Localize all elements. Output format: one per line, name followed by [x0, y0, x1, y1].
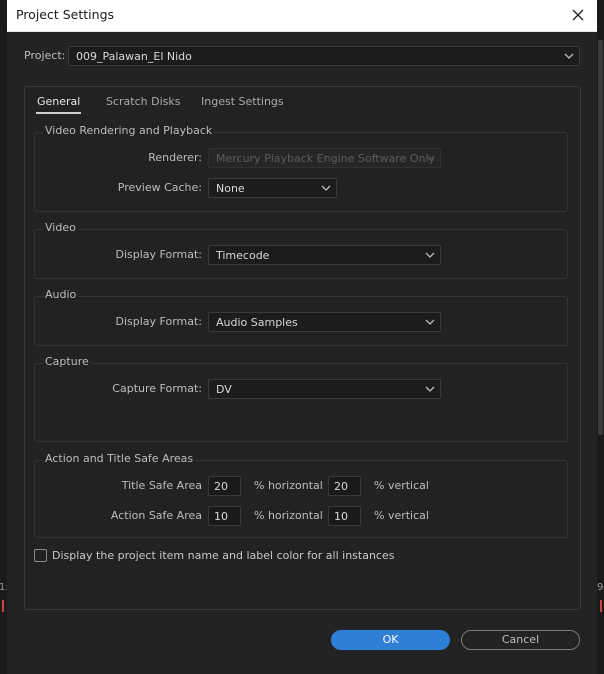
audio-display-format-select[interactable]: Audio Samples: [208, 312, 441, 332]
title-safe-horizontal-input[interactable]: 20: [208, 476, 241, 496]
chevron-down-icon: [425, 155, 435, 161]
label-color-checkbox[interactable]: [34, 549, 47, 562]
audio-display-format-value: Audio Samples: [216, 316, 298, 329]
video-group: Video Display Format: Timecode: [34, 221, 568, 279]
tab-ingest-settings[interactable]: Ingest Settings: [201, 95, 284, 108]
preview-cache-select[interactable]: None: [208, 178, 337, 198]
capture-group: Capture Capture Format: DV: [34, 355, 568, 442]
project-label: Project:: [24, 49, 66, 62]
chevron-down-icon: [425, 319, 435, 325]
video-rendering-title: Video Rendering and Playback: [43, 124, 215, 137]
tab-ingest-settings-label: Ingest Settings: [201, 95, 284, 108]
video-display-format-label: Display Format:: [115, 248, 202, 261]
project-select[interactable]: 009_Palawan_El Nido: [68, 46, 580, 66]
action-safe-horizontal-input[interactable]: 10: [208, 506, 241, 526]
cancel-button[interactable]: Cancel: [461, 630, 580, 650]
title-bar: Project Settings: [7, 0, 597, 32]
close-button[interactable]: [565, 3, 591, 27]
audio-group: Audio Display Format: Audio Samples: [34, 288, 568, 346]
close-icon: [572, 9, 584, 21]
title-safe-vertical-unit: % vertical: [374, 479, 429, 492]
capture-format-value: DV: [216, 383, 232, 396]
settings-panel: General Scratch Disks Ingest Settings Vi…: [24, 86, 581, 610]
ok-button[interactable]: OK: [331, 630, 450, 650]
chevron-down-icon: [564, 53, 574, 59]
audio-title: Audio: [43, 288, 79, 301]
active-tab-indicator: [36, 112, 82, 114]
video-display-format-value: Timecode: [216, 249, 270, 262]
tab-scratch-disks-label: Scratch Disks: [106, 95, 181, 108]
chevron-down-icon: [425, 252, 435, 258]
background-left-edge: 1:: [0, 0, 9, 674]
chevron-down-icon: [321, 185, 331, 191]
safe-areas-group: Action and Title Safe Areas Title Safe A…: [34, 452, 568, 538]
project-settings-dialog: Project Settings Project: 009_Palawan_El…: [7, 0, 597, 674]
action-safe-horizontal-unit: % horizontal: [254, 509, 323, 522]
background-right-edge: 9: [597, 0, 604, 674]
project-select-value: 009_Palawan_El Nido: [76, 50, 192, 63]
renderer-label: Renderer:: [148, 151, 202, 164]
video-title: Video: [43, 221, 78, 234]
action-safe-vertical-unit: % vertical: [374, 509, 429, 522]
safe-areas-title: Action and Title Safe Areas: [43, 452, 196, 465]
dialog-title: Project Settings: [16, 7, 115, 22]
capture-format-select[interactable]: DV: [208, 379, 441, 399]
video-rendering-group: Video Rendering and Playback Renderer: M…: [34, 124, 568, 212]
tab-general-label: General: [37, 95, 81, 108]
background-right-timecode: 9: [597, 582, 604, 593]
renderer-select: Mercury Playback Engine Software Only: [208, 148, 441, 168]
capture-title: Capture: [43, 355, 91, 368]
title-safe-vertical-input[interactable]: 20: [328, 476, 361, 496]
preview-cache-label: Preview Cache:: [117, 181, 202, 194]
tab-scratch-disks[interactable]: Scratch Disks: [106, 95, 180, 108]
action-safe-label: Action Safe Area: [110, 509, 202, 522]
background-playhead-marker-right: [600, 600, 602, 612]
action-safe-vertical-input[interactable]: 10: [328, 506, 361, 526]
background-playhead-marker-left: [2, 600, 4, 612]
audio-display-format-label: Display Format:: [115, 315, 202, 328]
chevron-down-icon: [425, 386, 435, 392]
renderer-select-value: Mercury Playback Engine Software Only: [216, 152, 436, 165]
tab-general[interactable]: General: [36, 95, 82, 114]
video-display-format-select[interactable]: Timecode: [208, 245, 441, 265]
background-scrollbar[interactable]: [598, 40, 603, 435]
capture-format-label: Capture Format:: [112, 382, 202, 395]
preview-cache-select-value: None: [216, 182, 245, 195]
title-safe-label: Title Safe Area: [121, 479, 202, 492]
label-color-checkbox-label[interactable]: Display the project item name and label …: [52, 549, 394, 562]
title-safe-horizontal-unit: % horizontal: [254, 479, 323, 492]
